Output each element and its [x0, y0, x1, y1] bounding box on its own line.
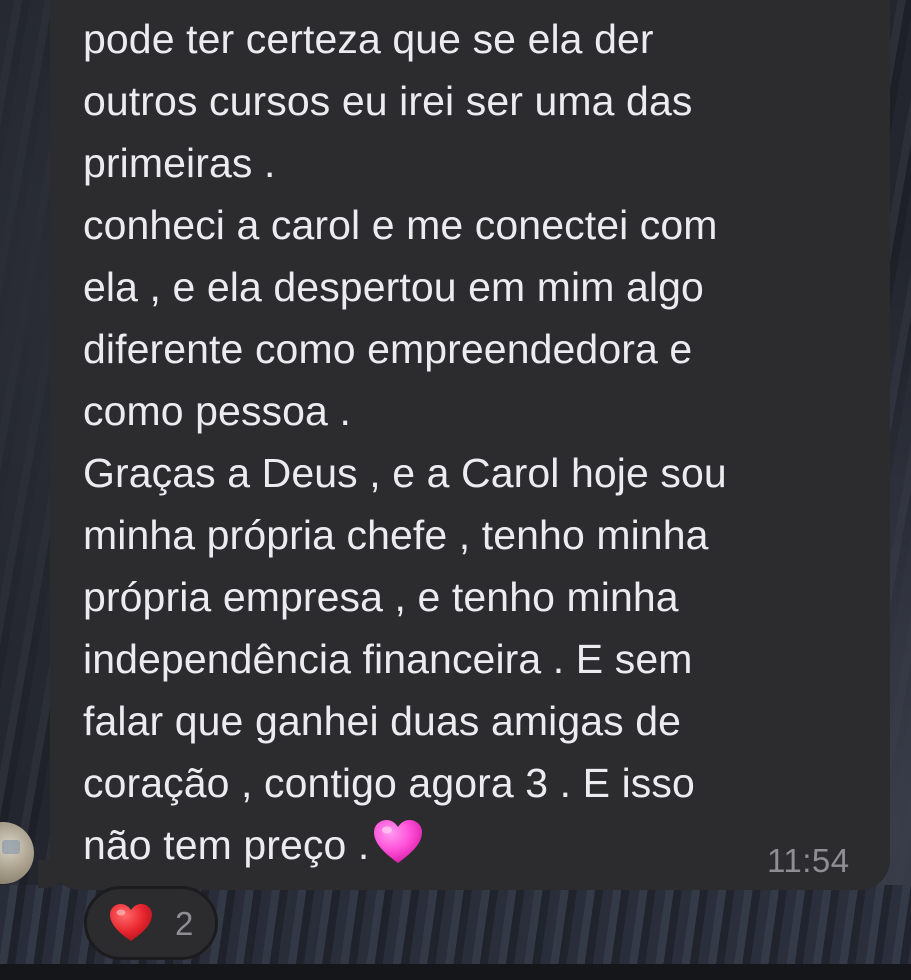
reaction-badge[interactable]: 2 — [84, 886, 218, 960]
message-line: outros cursos eu irei ser uma das — [83, 78, 693, 124]
red-heart-icon — [110, 904, 152, 941]
message-line: coração , contigo agora 3 . E isso — [83, 760, 695, 806]
reaction-count: 2 — [175, 905, 194, 942]
pink-heart-icon — [374, 820, 423, 863]
message-line: diferente como empreendedora e — [83, 326, 693, 372]
message-line: primeiras . — [83, 140, 276, 186]
message-line: própria empresa , e tenho minha — [83, 574, 679, 620]
message-line: pode ter certeza que se ela der — [83, 16, 654, 62]
bottom-bar — [0, 964, 911, 980]
message-text: pode ter certeza que se ela der outros c… — [83, 8, 873, 876]
message-line: minha própria chefe , tenho minha — [83, 512, 709, 558]
message-line: ela , e ela despertou em mim algo — [83, 264, 704, 310]
message-line: como pessoa . — [83, 388, 351, 434]
message-last-line: não tem preço . — [83, 814, 873, 876]
message-line: Graças a Deus , e a Carol hoje sou — [83, 450, 727, 496]
message-line: conheci a carol e me conectei com — [83, 202, 718, 248]
message-timestamp: 11:54 — [767, 842, 850, 879]
message-line: independência financeira . E sem — [83, 636, 693, 682]
chat-screen: pode ter certeza que se ela der outros c… — [0, 0, 911, 980]
message-line: falar que ganhei duas amigas de — [83, 698, 682, 744]
message-line: não tem preço . — [83, 822, 370, 868]
